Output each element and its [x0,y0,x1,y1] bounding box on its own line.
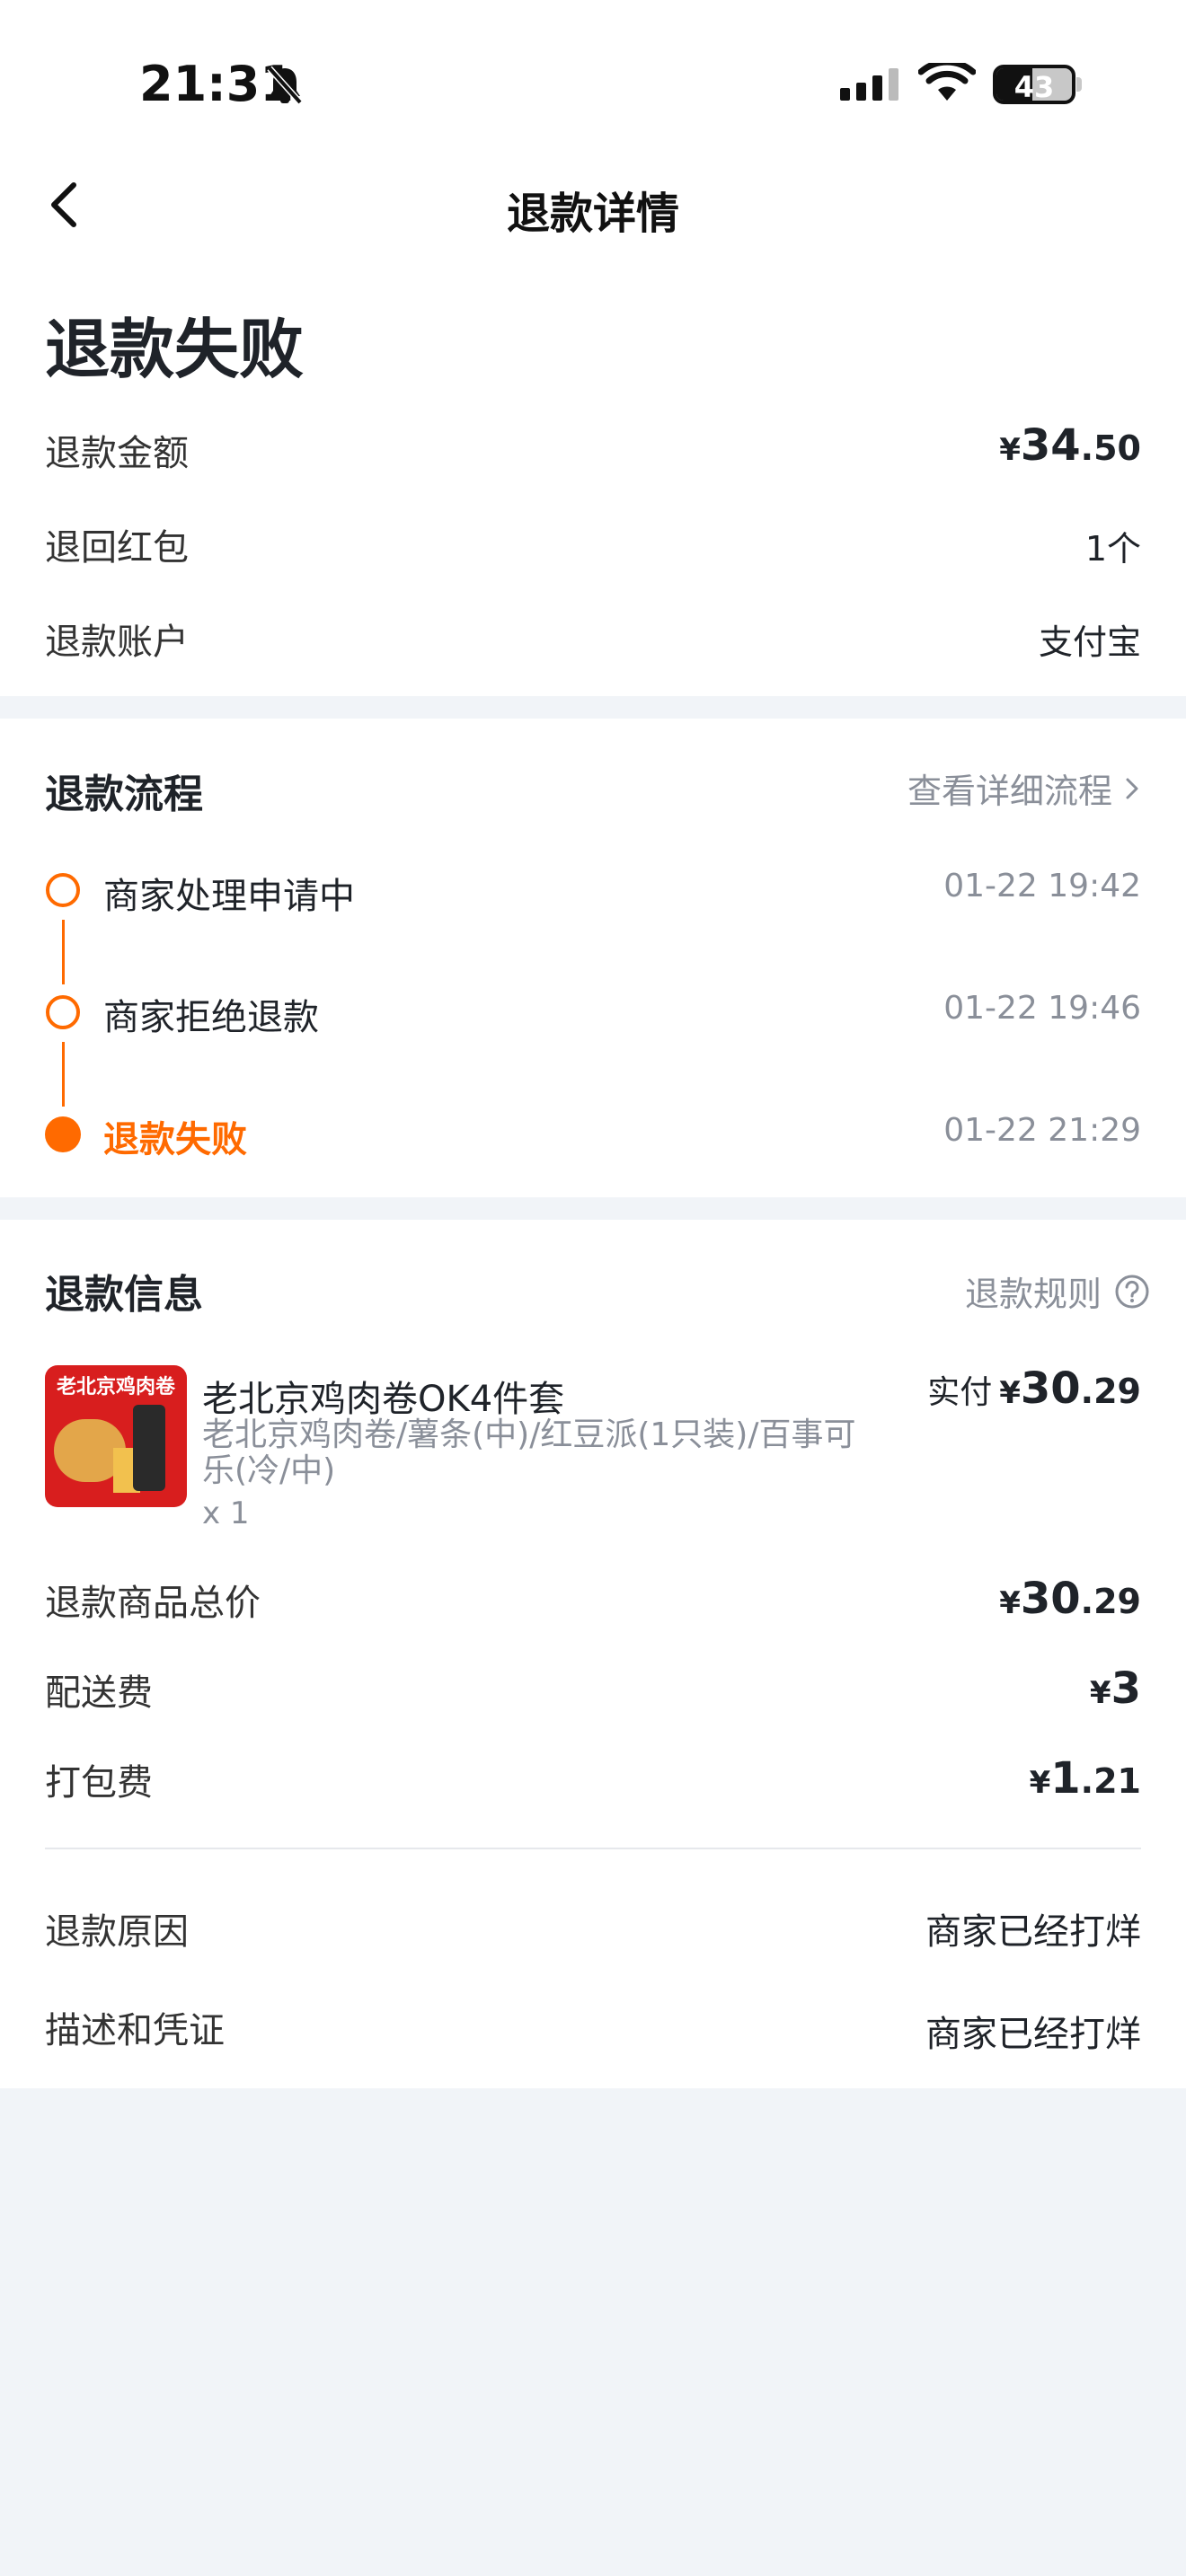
packing-fee-value: ¥1.21 [1029,1753,1141,1804]
product-description: 老北京鸡肉卷/薯条(中)/红豆派(1只装)/百事可乐(冷/中) [202,1416,856,1489]
refund-reason-label: 退款原因 [45,1911,189,1953]
drink-can-image [133,1405,165,1491]
step-current-icon [45,1116,81,1152]
help-icon [1115,1275,1149,1308]
process-section-title: 退款流程 [45,772,203,817]
refund-rules-link[interactable]: 退款规则 [965,1266,1150,1316]
returned-redpacket-value: 1个 [1084,529,1141,569]
step-label: 商家拒绝退款 [103,997,319,1038]
product-quantity: x 1 [202,1495,250,1531]
refund-amount-label: 退款金额 [45,433,189,474]
packing-fee-label: 打包费 [45,1762,153,1804]
step-time: 01-22 21:29 [943,1112,1141,1149]
delivery-fee-label: 配送费 [45,1672,153,1714]
refund-reason-value: 商家已经打烊 [925,1911,1141,1953]
battery-tip [1076,77,1082,92]
refund-account-label: 退款账户 [45,622,189,663]
view-detailed-process-link[interactable]: 查看详细流程 [907,763,1141,813]
product-thumbnail-text: 老北京鸡肉卷 [56,1376,175,1398]
paid-amount: ¥30.29 [999,1363,1141,1414]
step-pending-icon [46,995,80,1029]
wifi-icon [917,58,977,106]
refund-account-value: 支付宝 [1038,622,1141,662]
refund-rules-label: 退款规则 [964,1275,1102,1314]
page-title: 退款详情 [506,189,679,239]
divider [45,1848,1141,1849]
delivery-fee-value: ¥3 [1089,1663,1141,1714]
battery-level: 43 [1013,70,1055,104]
step-label-current: 退款失败 [103,1119,247,1160]
product-name[interactable]: 老北京鸡肉卷OK4件套 [202,1370,564,1422]
paid-label: 实付 [927,1374,993,1411]
chevron-right-icon [1126,778,1138,798]
product-paid: 实付 ¥30.29 [927,1363,1141,1414]
returned-redpacket-label: 退回红包 [45,527,189,569]
battery-icon: 43 [993,65,1075,104]
evidence-value[interactable]: 商家已经打烊 [925,2005,1141,2057]
refund-amount-value: ¥34.50 [999,420,1141,471]
product-thumbnail[interactable]: 老北京鸡肉卷 [45,1365,187,1507]
view-detailed-process-label: 查看详细流程 [907,772,1112,811]
goods-total-value: ¥30.29 [999,1574,1141,1624]
refund-info-card [0,1220,1186,2088]
step-time: 01-22 19:46 [943,990,1141,1027]
info-section-title: 退款信息 [45,1272,203,1318]
step-time: 01-22 19:42 [943,868,1141,904]
step-connector [62,1042,65,1107]
goods-total-label: 退款商品总价 [45,1583,261,1624]
step-pending-icon [46,873,80,907]
refund-status-title: 退款失败 [45,312,305,387]
step-label: 商家处理申请中 [103,876,355,917]
evidence-label: 描述和凭证 [45,2010,225,2051]
step-connector [62,920,65,984]
cellular-signal-icon [840,68,898,101]
bell-muted-icon [266,65,304,110]
